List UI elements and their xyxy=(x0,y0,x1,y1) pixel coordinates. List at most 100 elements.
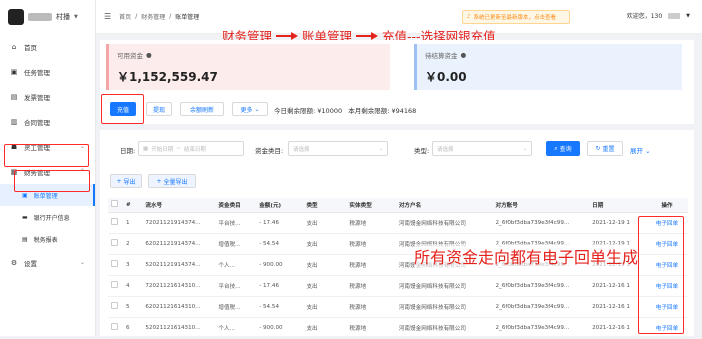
export-all-button[interactable]: + 全量导出 xyxy=(148,174,196,188)
expand-toggle[interactable]: 展开 ⌄ xyxy=(630,145,651,155)
checkbox[interactable] xyxy=(111,302,118,309)
reset-button[interactable]: ↻ 重置 xyxy=(587,141,623,156)
table-cell: 税源地 xyxy=(346,254,396,276)
pending-funds-card: 待结算资金 ● ￥0.00 xyxy=(414,44,682,90)
separator: ~ xyxy=(176,145,181,152)
table-cell: 支出 xyxy=(303,275,347,297)
more-button[interactable]: 更多 ⌄ xyxy=(232,102,268,116)
checkbox[interactable] xyxy=(111,281,118,288)
checkbox-cell[interactable] xyxy=(108,275,124,297)
pending-funds-value: ￥0.00 xyxy=(425,70,467,84)
table-cell: - 900.00 xyxy=(256,254,304,276)
sidebar-item-label: 银行开户信息 xyxy=(33,214,70,222)
table-cell: 2_6f0bf3dba739e3f4c99... xyxy=(492,317,590,339)
fund-type-placeholder: 请选择 xyxy=(293,146,310,153)
menu-fold-icon[interactable]: ☰ xyxy=(104,12,111,21)
sidebar-item-bank-account[interactable]: ▬ 银行开户信息 xyxy=(0,206,95,228)
annotation-receipt-note: 所有资金走向都有电子回单生成 xyxy=(414,244,639,268)
recharge-button[interactable]: 充值 xyxy=(110,102,136,116)
card-label: 可用资金 ● xyxy=(117,50,382,60)
sidebar-item-tasks[interactable]: ▣ 任务管理 xyxy=(0,59,95,84)
checkbox-cell[interactable] xyxy=(108,317,124,339)
fund-type-select[interactable]: 请选择 ⌄ xyxy=(288,141,388,156)
checkbox[interactable] xyxy=(111,218,118,225)
table-cell: 税源地 xyxy=(346,233,396,255)
table-cell: 2_6f0bf3dba739e3f4c99... xyxy=(492,212,590,234)
column-header: 流水号 xyxy=(142,198,216,213)
export-all-label: 全量导出 xyxy=(163,178,188,186)
refresh-balance-button[interactable]: 余额刷新 xyxy=(180,102,224,116)
breadcrumb-item[interactable]: 财务管理 xyxy=(141,12,165,21)
info-icon[interactable]: ● xyxy=(461,51,467,59)
avatar[interactable] xyxy=(8,9,24,25)
user-info[interactable]: 欢迎您，130 ▼ xyxy=(627,11,690,20)
checkbox[interactable] xyxy=(111,323,118,330)
update-notice[interactable]: ♪ 系统已更新至最新版本，点击查看 xyxy=(462,10,570,24)
table-cell: - 17.46 xyxy=(256,212,304,234)
search-button[interactable]: ⌕ 查询 xyxy=(546,141,580,156)
chevron-down-icon: ⌄ xyxy=(522,145,527,152)
sidebar-item-invoices[interactable]: ▤ 发票管理 xyxy=(0,84,95,109)
checkbox[interactable] xyxy=(111,260,118,267)
arrow-right-icon xyxy=(356,31,379,41)
separator: / xyxy=(135,13,138,20)
task-icon: ▣ xyxy=(10,67,18,76)
withdraw-button[interactable]: 提现 xyxy=(146,102,172,116)
search-icon: ⌕ xyxy=(554,144,558,152)
available-funds-value: ￥1,152,559.47 xyxy=(117,70,218,84)
export-button[interactable]: + 导出 xyxy=(110,174,142,188)
table-cell: 河南馒金网络科技有限公司 xyxy=(395,296,493,318)
worker-icon: ☗ xyxy=(10,142,18,151)
sidebar-item-bills[interactable]: ▣ 账单管理 xyxy=(0,184,95,206)
sidebar-item-label: 账单管理 xyxy=(33,192,58,200)
checkbox[interactable] xyxy=(111,239,118,246)
table-cell: 河南馒金网络科技有限公司 xyxy=(395,275,493,297)
breadcrumb-item: 账单管理 xyxy=(175,14,200,21)
table-cell: 72021121914374... xyxy=(142,212,216,234)
table-cell: 72021121614310... xyxy=(142,275,216,297)
sidebar-item-settings[interactable]: ⚙ 设置 ⌄ xyxy=(0,250,95,275)
e-receipt-link[interactable]: 电子回单 xyxy=(642,233,688,255)
column-header: 金额(元) xyxy=(256,198,304,213)
plus-icon: + xyxy=(116,177,122,185)
sidebar-item-workers[interactable]: ☗ 灵工管理 ⌄ xyxy=(0,134,95,159)
sidebar-item-tax-report[interactable]: ▤ 税务报表 xyxy=(0,228,95,250)
table-cell: 税源地 xyxy=(346,212,396,234)
date-range-picker[interactable]: ▦ 开始日期 ~ 结束日期 xyxy=(138,141,244,156)
sidebar-item-contracts[interactable]: ▥ 合同管理 xyxy=(0,109,95,134)
type-select[interactable]: 请选择 ⌄ xyxy=(432,141,532,156)
reset-label: 重置 xyxy=(602,146,615,153)
finance-icon: ▦ xyxy=(10,167,18,176)
daily-limit-label: 今日剩余限额: xyxy=(274,107,316,115)
checkbox-cell[interactable] xyxy=(108,212,124,234)
chevron-down-icon: ⌄ xyxy=(79,143,85,150)
breadcrumb-item[interactable]: 首页 xyxy=(119,12,131,21)
table-cell: 税源地 xyxy=(346,275,396,297)
e-receipt-link[interactable]: 电子回单 xyxy=(642,296,688,318)
sidebar-item-home[interactable]: ⌂ 首页 xyxy=(0,34,95,59)
table-cell: 2_6f0bf3dba739e3f4c99... xyxy=(492,296,590,318)
checkbox-cell[interactable] xyxy=(108,233,124,255)
e-receipt-link[interactable]: 电子回单 xyxy=(642,212,688,234)
e-receipt-link[interactable]: 电子回单 xyxy=(642,275,688,297)
checkbox[interactable] xyxy=(111,200,118,208)
monthly-limit-value: ¥94168 xyxy=(391,107,417,115)
select-all-cell[interactable] xyxy=(108,198,124,213)
chevron-down-icon: ⌄ xyxy=(254,105,260,113)
e-receipt-link[interactable]: 电子回单 xyxy=(642,317,688,339)
caret-down-icon[interactable]: ▼ xyxy=(74,14,78,20)
table-cell: 6 xyxy=(123,317,143,339)
e-receipt-link[interactable]: 电子回单 xyxy=(642,254,688,276)
sidebar-item-finance[interactable]: ▦ 财务管理 ⌃ xyxy=(0,159,95,184)
chevron-down-icon: ⌄ xyxy=(378,145,383,152)
table-cell: 5 xyxy=(123,296,143,318)
table-cell: 平台技... xyxy=(215,212,257,234)
contract-icon: ▥ xyxy=(10,117,18,126)
chevron-down-icon: ⌄ xyxy=(79,259,85,266)
table-cell: 河南馒金网络科技有限公司 xyxy=(395,212,493,234)
checkbox-cell[interactable] xyxy=(108,296,124,318)
table-cell: 52021121614310... xyxy=(142,317,216,339)
info-icon[interactable]: ● xyxy=(146,51,152,59)
table-cell: 支出 xyxy=(303,233,347,255)
checkbox-cell[interactable] xyxy=(108,254,124,276)
